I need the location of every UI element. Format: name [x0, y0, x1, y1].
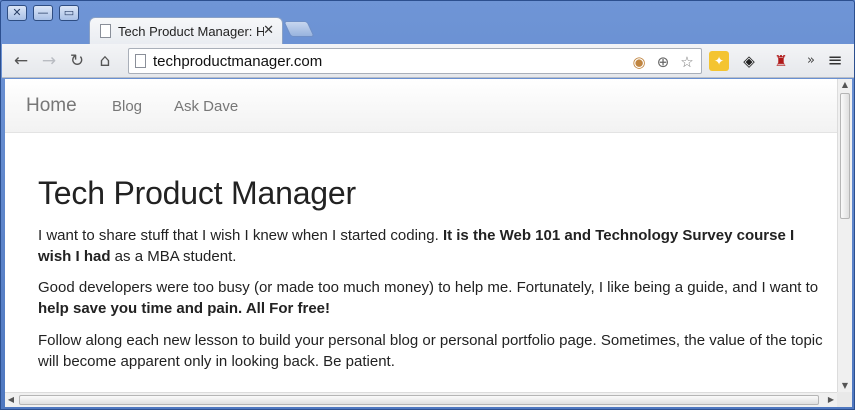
browser-toolbar: ← → ↻ ⌂ techproductmanager.com ◉ ⊕ ☆ ✦ ◈…	[2, 44, 854, 78]
scrollbar-corner	[837, 392, 852, 407]
zoom-icon[interactable]: ⊕	[653, 52, 673, 72]
scroll-up-icon[interactable]: ▲	[838, 79, 852, 91]
horizontal-scroll-thumb[interactable]	[19, 395, 819, 405]
vertical-scrollbar[interactable]: ▲ ▼	[837, 79, 852, 392]
page-icon	[100, 24, 111, 38]
active-tab[interactable]: Tech Product Manager: H ✕	[89, 17, 283, 45]
page-content: Home Blog Ask Dave Tech Product Manager …	[5, 79, 837, 392]
url-text[interactable]: techproductmanager.com	[153, 53, 322, 70]
vertical-scroll-thumb[interactable]	[840, 93, 850, 219]
scroll-right-icon[interactable]: ▶	[825, 394, 837, 406]
paragraph-text: Good developers were too busy (or made t…	[38, 279, 819, 296]
menu-icon[interactable]: ≡	[824, 50, 846, 72]
new-tab-button[interactable]	[283, 21, 315, 37]
motivation-paragraph: Good developers were too busy (or made t…	[38, 277, 828, 319]
star-icon[interactable]: ☆	[677, 52, 697, 72]
home-icon[interactable]: ⌂	[94, 50, 116, 72]
back-arrow-icon[interactable]: ←	[10, 50, 32, 72]
extension-yellow-icon[interactable]: ✦	[709, 51, 729, 71]
armchair-icon[interactable]: ♜	[771, 51, 791, 71]
intro-paragraph: I want to share stuff that I wish I knew…	[38, 225, 828, 267]
extensions-overflow-icon[interactable]: »	[801, 51, 821, 71]
site-navbar: Home Blog Ask Dave	[5, 79, 837, 133]
cookie-blocked-icon[interactable]: ◉	[629, 52, 649, 72]
scroll-down-icon[interactable]: ▼	[838, 380, 852, 392]
nav-brand-home[interactable]: Home	[26, 95, 77, 117]
horizontal-scrollbar[interactable]: ◀ ▶	[5, 392, 837, 407]
window-close-button[interactable]: ✕	[7, 5, 27, 21]
nav-link-blog[interactable]: Blog	[112, 98, 142, 115]
tab-close-icon[interactable]: ✕	[263, 23, 274, 38]
paragraph-bold-text: help save you time and pain. All For fre…	[38, 300, 331, 317]
paragraph-text: Follow along each new lesson to build yo…	[38, 332, 823, 370]
layers-icon[interactable]: ◈	[739, 51, 759, 71]
nav-link-ask-dave[interactable]: Ask Dave	[174, 98, 238, 115]
window-maximize-button[interactable]: ▭	[59, 5, 79, 21]
page-icon	[135, 54, 146, 68]
paragraph-text: I want to share stuff that I wish I knew…	[38, 227, 443, 244]
paragraph-text: as a MBA student.	[110, 248, 237, 265]
window-minimize-button[interactable]: —	[33, 5, 53, 21]
reload-icon[interactable]: ↻	[66, 50, 88, 72]
forward-arrow-icon[interactable]: →	[38, 50, 60, 72]
page-title: Tech Product Manager	[38, 175, 356, 211]
address-bar[interactable]: techproductmanager.com ◉ ⊕ ☆	[128, 48, 702, 74]
browser-window: ✕ — ▭ Tech Product Manager: H ✕ ← → ↻ ⌂ …	[0, 0, 855, 410]
tab-title: Tech Product Manager: H	[118, 24, 264, 39]
follow-along-paragraph: Follow along each new lesson to build yo…	[38, 330, 828, 372]
scroll-left-icon[interactable]: ◀	[5, 394, 17, 406]
